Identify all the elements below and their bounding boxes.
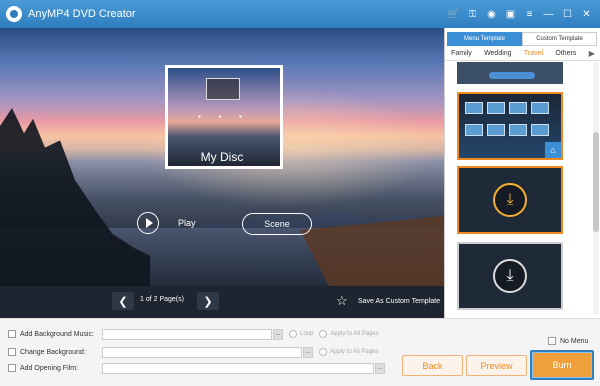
template-photo xyxy=(509,124,527,136)
chat-icon[interactable]: ▣ xyxy=(501,4,520,24)
opening-film-checkbox[interactable] xyxy=(8,364,16,372)
no-menu-option[interactable]: No Menu xyxy=(548,337,588,345)
loop-checkbox[interactable] xyxy=(289,330,297,338)
register-icon[interactable]: ◉ xyxy=(482,4,501,24)
category-wedding[interactable]: Wedding xyxy=(484,50,512,57)
play-label[interactable]: Play xyxy=(178,218,196,228)
template-scrollbar[interactable] xyxy=(593,62,599,314)
disc-title[interactable]: My Disc xyxy=(0,150,444,164)
background-browse-button[interactable]: ... xyxy=(303,346,313,358)
opening-film-path-input[interactable] xyxy=(102,362,374,374)
minimize-icon[interactable]: — xyxy=(539,4,558,24)
key-icon[interactable]: ⚿ xyxy=(463,4,482,24)
app-logo-icon xyxy=(6,6,22,22)
page-navigation-bar: ❮ 1 of 2 Page(s) ❯ ☆ Save As Custom Temp… xyxy=(0,286,444,318)
loop-option[interactable]: Loop xyxy=(289,330,313,338)
template-photo xyxy=(487,124,505,136)
app-title: AnyMP4 DVD Creator xyxy=(28,8,136,20)
thumbnail-inset xyxy=(206,78,240,100)
change-background-checkbox[interactable] xyxy=(8,348,16,356)
star-icon: ☆ xyxy=(336,293,348,308)
play-button[interactable] xyxy=(137,212,159,234)
background-apply-all-option[interactable]: Apply to All Pages xyxy=(319,348,378,356)
maximize-icon[interactable]: ☐ xyxy=(558,4,577,24)
template-photo xyxy=(487,102,505,114)
back-button[interactable]: Back xyxy=(402,355,463,376)
background-music-label: Add Background Music: xyxy=(20,330,94,338)
opening-film-browse-button[interactable]: ... xyxy=(375,362,385,374)
no-menu-label: No Menu xyxy=(560,337,589,345)
template-item[interactable] xyxy=(457,62,563,84)
template-photo xyxy=(509,102,527,114)
background-apply-all-label: Apply to All Pages xyxy=(330,349,379,355)
previous-page-button[interactable]: ❮ xyxy=(112,292,134,310)
change-background-label: Change Background: xyxy=(20,348,86,356)
template-photo xyxy=(531,124,549,136)
category-tabs: Family Wedding Travel Others ▶ xyxy=(445,47,600,61)
template-photo xyxy=(531,102,549,114)
download-icon[interactable]: ⤓ xyxy=(493,259,527,293)
scene-button[interactable]: Scene xyxy=(242,213,312,235)
next-page-button[interactable]: ❯ xyxy=(197,292,219,310)
home-icon: ⌂ xyxy=(545,142,561,158)
template-item-download[interactable]: ⤓ xyxy=(457,166,563,234)
no-menu-checkbox[interactable] xyxy=(548,337,556,345)
burn-button[interactable]: Burn xyxy=(530,350,594,380)
background-music-checkbox[interactable] xyxy=(8,330,16,338)
loop-label: Loop xyxy=(300,331,314,337)
save-template-label: Save As Custom Template xyxy=(358,297,440,305)
background-row: Change Background: ... Apply to All Page… xyxy=(8,346,378,358)
background-trees xyxy=(0,108,150,286)
menu-preview: ● ● ● My Disc Play Scene xyxy=(0,28,444,286)
category-next-arrow-icon[interactable]: ▶ xyxy=(589,49,595,58)
options-panel: Add Background Music: ... Loop Apply to … xyxy=(0,318,600,386)
template-tabs: Menu Template Custom Template xyxy=(447,32,597,46)
background-music-path-input[interactable] xyxy=(102,328,272,340)
category-travel[interactable]: Travel xyxy=(524,50,543,57)
save-as-custom-template-button[interactable]: ☆ Save As Custom Template xyxy=(336,294,440,308)
play-icon xyxy=(145,218,153,228)
download-icon[interactable]: ⤓ xyxy=(493,183,527,217)
scrollbar-thumb[interactable] xyxy=(593,132,599,232)
template-item-selected[interactable]: ⌂ xyxy=(457,92,563,160)
page-indicator: 1 of 2 Page(s) xyxy=(140,296,184,303)
background-music-row: Add Background Music: ... Loop Apply to … xyxy=(8,328,379,340)
opening-film-label: Add Opening Film: xyxy=(20,364,78,372)
template-photo xyxy=(465,102,483,114)
tab-menu-template[interactable]: Menu Template xyxy=(447,32,522,46)
music-apply-all-label: Apply to All Pages xyxy=(330,331,379,337)
menu-icon[interactable]: ≡ xyxy=(520,4,539,24)
title-bar: AnyMP4 DVD Creator 🛒 ⚿ ◉ ▣ ≡ — ☐ ✕ xyxy=(0,0,600,28)
preview-button[interactable]: Preview xyxy=(466,355,527,376)
template-item-download[interactable]: ⤓ xyxy=(457,242,563,310)
category-others[interactable]: Others xyxy=(555,50,576,57)
background-apply-all-checkbox[interactable] xyxy=(319,348,327,356)
template-menu-bar xyxy=(489,72,535,79)
title-bar-controls: 🛒 ⚿ ◉ ▣ ≡ — ☐ ✕ xyxy=(444,0,596,28)
template-photo xyxy=(465,124,483,136)
tab-custom-template[interactable]: Custom Template xyxy=(522,32,597,46)
thumbnail-buttons: ● ● ● xyxy=(198,114,250,120)
close-icon[interactable]: ✕ xyxy=(577,4,596,24)
cart-icon[interactable]: 🛒 xyxy=(444,4,463,24)
opening-film-row: Add Opening Film: ... xyxy=(8,362,385,374)
category-family[interactable]: Family xyxy=(451,50,472,57)
music-apply-all-option[interactable]: Apply to All Pages xyxy=(319,330,379,338)
template-list: ⌂ ⤓ ⤓ xyxy=(445,62,593,318)
template-panel: Menu Template Custom Template Family Wed… xyxy=(444,28,600,318)
background-music-browse-button[interactable]: ... xyxy=(273,328,283,340)
background-path-input[interactable] xyxy=(102,346,302,358)
music-apply-all-checkbox[interactable] xyxy=(319,330,328,338)
